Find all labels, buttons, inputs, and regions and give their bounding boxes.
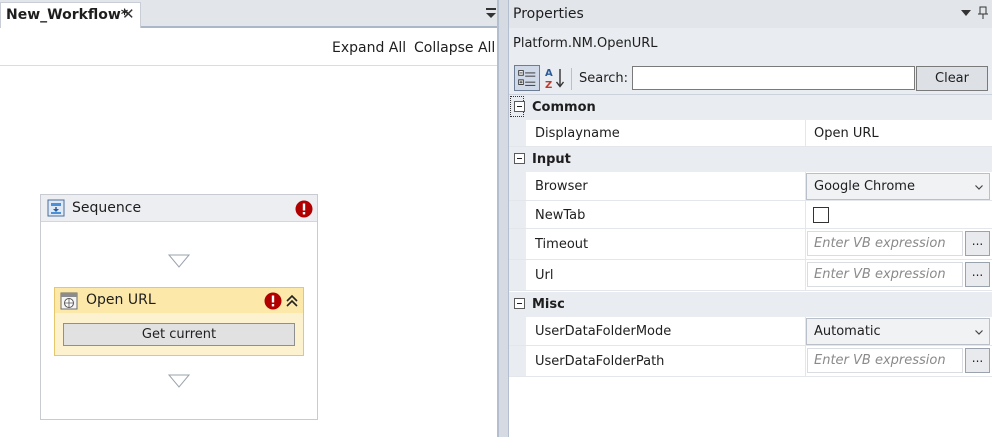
toolbar-separator [571, 68, 572, 90]
category-misc[interactable]: Misc [509, 292, 992, 317]
newtab-checkbox[interactable] [813, 207, 829, 223]
column-divider [805, 120, 806, 146]
error-icon[interactable] [264, 292, 282, 310]
property-row-browser[interactable]: Browser Google Chrome [509, 172, 992, 201]
sequence-activity[interactable]: Sequence Open URL Get current [40, 194, 318, 420]
select-value: Automatic [814, 324, 881, 339]
input-placeholder: Enter VB expression [814, 236, 946, 251]
input-placeholder: Enter VB expression [814, 267, 946, 282]
sequence-icon [47, 199, 65, 217]
selected-class-name: Platform.NM.OpenURL [513, 36, 658, 51]
properties-toolbar: A Z Search: Clear [509, 62, 992, 94]
properties-panel: Properties Platform.NM.OpenURL A Z Searc… [509, 0, 992, 437]
userdatafolderpath-expression-editor-button[interactable]: ... [965, 348, 990, 373]
close-icon[interactable]: ✕ [122, 5, 135, 23]
property-name: Url [535, 268, 554, 283]
property-name: UserDataFolderPath [535, 354, 665, 369]
column-divider [805, 229, 806, 259]
row-gutter [509, 201, 526, 228]
row-gutter [509, 260, 526, 290]
sort-alphabetical-icon[interactable]: A Z [543, 65, 567, 91]
category-common[interactable]: Common [509, 95, 992, 120]
document-tabstrip: New_Workflow* ✕ [0, 0, 500, 28]
column-divider [805, 346, 806, 376]
browser-select[interactable]: Google Chrome [806, 173, 990, 200]
collapse-toggle-icon[interactable] [514, 101, 525, 112]
chevron-down-icon [975, 185, 983, 190]
tab-list-dropdown-icon[interactable] [484, 5, 498, 21]
timeout-expression-editor-button[interactable]: ... [965, 231, 990, 256]
input-placeholder: Enter VB expression [814, 353, 946, 368]
clear-button[interactable]: Clear [916, 66, 988, 91]
properties-title: Properties [513, 6, 584, 22]
get-current-button[interactable]: Get current [63, 323, 295, 346]
column-divider [805, 260, 806, 290]
collapse-all-link[interactable]: Collapse All [414, 40, 495, 56]
tab-new-workflow[interactable]: New_Workflow* ✕ [0, 2, 141, 28]
property-name: UserDataFolderMode [535, 324, 672, 339]
url-expression-editor-button[interactable]: ... [965, 262, 990, 287]
property-row-newtab[interactable]: NewTab [509, 201, 992, 229]
property-row-userdatafoldermode[interactable]: UserDataFolderMode Automatic [509, 317, 992, 346]
chevron-down-icon [975, 330, 983, 335]
userdatafolderpath-expression-input[interactable]: Enter VB expression [807, 348, 963, 373]
property-name: NewTab [535, 208, 586, 223]
column-divider [805, 201, 806, 228]
select-value: Google Chrome [814, 179, 915, 194]
svg-text:A: A [545, 68, 553, 79]
workflow-designer: New_Workflow* ✕ Expand All Collapse All … [0, 0, 500, 437]
open-url-title: Open URL [86, 292, 156, 308]
property-value[interactable]: Open URL [814, 126, 879, 141]
property-grid: Common Displayname Open URL Input Browse… [509, 94, 992, 437]
sequence-header[interactable]: Sequence [41, 195, 317, 222]
row-gutter [509, 317, 526, 345]
row-gutter [509, 120, 526, 146]
pin-icon[interactable] [977, 6, 989, 20]
categorized-view-icon[interactable] [514, 65, 540, 91]
userdatafoldermode-select[interactable]: Automatic [806, 318, 990, 345]
designer-toolbar: Expand All Collapse All [0, 30, 500, 66]
tab-title: New_Workflow* [6, 7, 129, 23]
panel-splitter[interactable] [497, 0, 509, 437]
search-input[interactable] [632, 66, 915, 90]
row-gutter [509, 346, 526, 376]
browser-icon [60, 292, 78, 310]
expand-all-link[interactable]: Expand All [332, 40, 406, 56]
property-name: Timeout [535, 237, 589, 252]
property-row-url[interactable]: Url Enter VB expression ... [509, 260, 992, 291]
row-gutter [509, 229, 526, 259]
property-row-timeout[interactable]: Timeout Enter VB expression ... [509, 229, 992, 260]
timeout-expression-input[interactable]: Enter VB expression [807, 231, 963, 256]
property-name: Displayname [535, 126, 620, 141]
category-label: Common [532, 100, 596, 115]
property-row-displayname[interactable]: Displayname Open URL [509, 120, 992, 147]
row-gutter [509, 172, 526, 200]
error-icon[interactable] [295, 200, 313, 218]
collapse-toggle-icon[interactable] [514, 298, 525, 309]
sequence-title: Sequence [72, 200, 142, 216]
properties-titlebar: Properties [509, 0, 992, 28]
collapse-chevron-icon[interactable] [284, 292, 300, 310]
open-url-activity[interactable]: Open URL Get current [54, 287, 304, 356]
category-label: Input [532, 152, 571, 167]
property-row-userdatafolderpath[interactable]: UserDataFolderPath Enter VB expression .… [509, 346, 992, 377]
url-expression-input[interactable]: Enter VB expression [807, 262, 963, 287]
drop-target-arrow-icon[interactable] [168, 374, 190, 388]
drop-target-arrow-icon[interactable] [168, 254, 190, 268]
collapse-toggle-icon[interactable] [514, 153, 525, 164]
property-name: Browser [535, 179, 588, 194]
open-url-header[interactable]: Open URL [55, 288, 303, 313]
selected-object-header: Platform.NM.OpenURL [509, 28, 992, 62]
panel-menu-dropdown-icon[interactable] [960, 7, 972, 19]
category-label: Misc [532, 297, 565, 312]
search-label: Search: [579, 71, 629, 86]
svg-text:Z: Z [545, 80, 552, 91]
category-input[interactable]: Input [509, 147, 992, 172]
